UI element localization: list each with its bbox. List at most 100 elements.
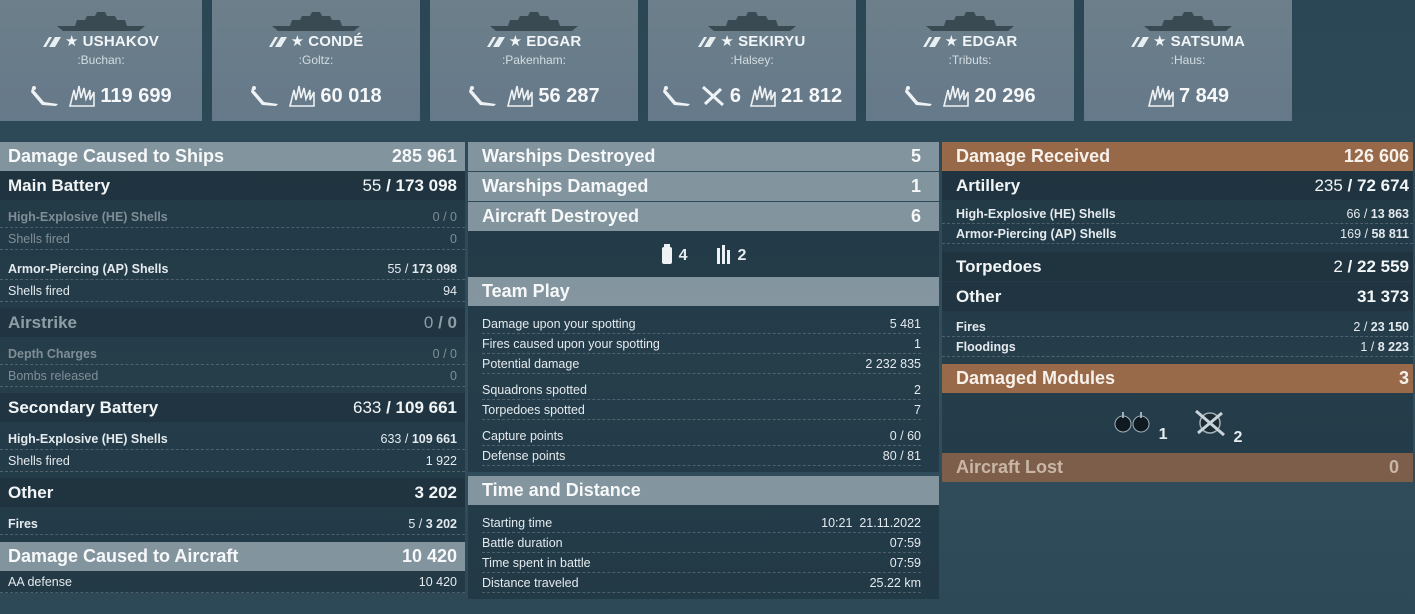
- secondary-fired-value: 1 922: [425, 453, 457, 468]
- fires-caused-label: Fires: [8, 516, 38, 531]
- ship-card[interactable]: ★ CONDÉ :Goltz: 60 018: [212, 0, 420, 121]
- ship-stat: 21 812: [749, 84, 842, 108]
- secondary-battery-row: Secondary Battery 633 / 109 661: [0, 393, 465, 422]
- ship-card[interactable]: ★ EDGAR :Tributs: 20 296: [866, 0, 1074, 121]
- received-torpedoes-label: Torpedoes: [956, 256, 1042, 276]
- ship-name-row: ★ USHAKOV: [0, 32, 202, 50]
- secondary-he-label: High-Explosive (HE) Shells: [8, 431, 168, 446]
- ship-stats: 20 296: [866, 84, 1074, 108]
- ship-stat-value: 60 018: [320, 84, 382, 107]
- received-he-hits: 66: [1346, 206, 1361, 221]
- player-name: :Pakenham:: [501, 53, 567, 67]
- aa-defense-row: AA defense 10 420: [0, 571, 465, 593]
- main-he-fired-row: Shells fired 0: [0, 228, 465, 250]
- damage-caused-to-ships-header: Damage Caused to Ships 285 961: [0, 142, 465, 171]
- ship-card[interactable]: ★ EDGAR:Pakenham: 56 287: [430, 0, 638, 121]
- star-icon: ★: [944, 33, 959, 50]
- battle-duration-label: Battle duration: [482, 535, 563, 550]
- time-distance-header: Time and Distance: [468, 476, 939, 505]
- damage-caused-to-aircraft-label: Damage Caused to Aircraft: [8, 546, 239, 566]
- splash-damage-icon: [942, 84, 970, 108]
- artillery-row: Artillery 235 / 72 674: [942, 171, 1413, 200]
- ship-name-row: ★ SEKIRYU: [648, 32, 856, 50]
- player-name: :Haus:: [1170, 53, 1206, 67]
- team-play-header: Team Play: [468, 277, 939, 306]
- torpedo-hit-icon: [662, 84, 692, 108]
- ship-stat: [904, 84, 934, 108]
- battle-duration-value: 07:59: [889, 535, 921, 550]
- ship-stat-value: 7 849: [1178, 84, 1230, 107]
- aircraft-lost-header: Aircraft Lost 0: [942, 453, 1413, 482]
- aa-defense-label: AA defense: [8, 574, 72, 589]
- ship-card[interactable]: ★ SATSUMA:Haus: 7 849: [1084, 0, 1292, 121]
- player-name: :Buchan:: [77, 53, 125, 67]
- ship-name-row: ★ CONDÉ: [212, 32, 420, 50]
- ship-stat: 56 287: [506, 84, 600, 108]
- ship-class-icon: [922, 37, 941, 48]
- ship-card[interactable]: ★ SEKIRYU:Halsey: 6 21 812: [648, 0, 856, 121]
- turret-module-icon: [1114, 412, 1150, 433]
- spotting-fires-value: 1: [914, 336, 921, 351]
- fires-caused-hits: 5: [408, 516, 416, 531]
- received-ap-label: Armor-Piercing (AP) Shells: [956, 226, 1117, 241]
- spotting-fires-row: Fires caused upon your spotting 1: [482, 334, 921, 354]
- torpedoes-spotted-value: 7: [914, 402, 921, 417]
- airstrike-row: Airstrike 0 / 0: [0, 308, 465, 337]
- received-ap-row: Armor-Piercing (AP) Shells 169 / 58 811: [942, 224, 1413, 244]
- star-icon: ★: [720, 33, 735, 50]
- star-icon: ★: [1152, 33, 1167, 50]
- secondary-he-row: High-Explosive (HE) Shells 633 / 109 661: [0, 428, 465, 450]
- damage-caused-panel: Damage Caused to Ships 285 961 Main Batt…: [0, 142, 465, 593]
- secondary-fired-label: Shells fired: [8, 453, 70, 468]
- received-he-damage: 13 863: [1370, 206, 1409, 221]
- ship-silhouette-icon: [926, 12, 1014, 31]
- aa-module-count: 2: [1233, 429, 1243, 446]
- player-name: :Tributs:: [948, 53, 992, 67]
- ship-stat: [250, 84, 280, 108]
- ship-stats: 6 21 812: [648, 84, 856, 108]
- main-ap-row: Armor-Piercing (AP) Shells 55 / 173 098: [0, 258, 465, 280]
- splash-damage-icon: [288, 84, 316, 108]
- main-battery-hits: 55: [362, 175, 382, 195]
- potential-damage-value: 2 232 835: [865, 356, 921, 371]
- airstrike-label: Airstrike: [8, 312, 77, 332]
- damage-caused-to-ships-label: Damage Caused to Ships: [8, 146, 225, 166]
- ship-name-row: ★ EDGAR: [866, 32, 1074, 50]
- time-in-battle-row: Time spent in battle 07:59: [482, 553, 921, 573]
- ship-stat-value: 20 296: [974, 84, 1036, 107]
- main-ap-label: Armor-Piercing (AP) Shells: [8, 261, 169, 276]
- ship-silhouette-icon: [272, 12, 360, 31]
- spotting-damage-value: 5 481: [889, 316, 921, 331]
- received-other-value: 31 373: [1357, 286, 1409, 306]
- main-ap-damage: 173 098: [411, 261, 457, 276]
- aircraft-lost-value: 0: [1388, 457, 1399, 477]
- warships-destroyed-row: Warships Destroyed 5: [468, 142, 939, 171]
- received-fires-row: Fires 2 / 23 150: [942, 317, 1413, 337]
- main-ap-fired-row: Shells fired 94: [0, 280, 465, 302]
- aircraft-kill-icons: 4 2: [468, 231, 939, 277]
- artillery-damage: 72 674: [1357, 175, 1409, 195]
- main-ap-fired-value: 94: [443, 283, 457, 298]
- ship-name: EDGAR: [962, 33, 1018, 50]
- turret-module-count: 1: [1158, 426, 1168, 443]
- spotting-damage-row: Damage upon your spotting 5 481: [482, 314, 921, 334]
- damage-caused-to-aircraft-value: 10 420: [401, 546, 457, 566]
- ship-silhouette-icon: [490, 12, 578, 31]
- airstrike-hits: 0: [423, 312, 434, 332]
- received-ap-damage: 58 811: [1371, 226, 1409, 241]
- aa-defense-value: 10 420: [418, 574, 457, 589]
- splash-damage-icon: [1147, 84, 1175, 108]
- ship-card[interactable]: ★ USHAKOV:Buchan: 119 699: [0, 0, 202, 121]
- ship-stat-value: 56 287: [538, 84, 600, 107]
- damage-received-panel: Damage Received 126 606 Artillery 235 / …: [942, 142, 1413, 482]
- ship-class-icon: [268, 37, 287, 48]
- artillery-label: Artillery: [956, 175, 1021, 195]
- torpedo-hit-icon: [468, 84, 498, 108]
- secondary-he-damage: 109 661: [411, 431, 457, 446]
- player-name: :Goltz:: [298, 53, 334, 67]
- team-play-title: Team Play: [482, 281, 570, 301]
- starting-date-value: 21.11.2022: [859, 515, 921, 530]
- splash-damage-icon: [68, 84, 96, 108]
- received-torpedoes-hits: 2: [1333, 256, 1343, 276]
- ship-stat: 20 296: [942, 84, 1036, 108]
